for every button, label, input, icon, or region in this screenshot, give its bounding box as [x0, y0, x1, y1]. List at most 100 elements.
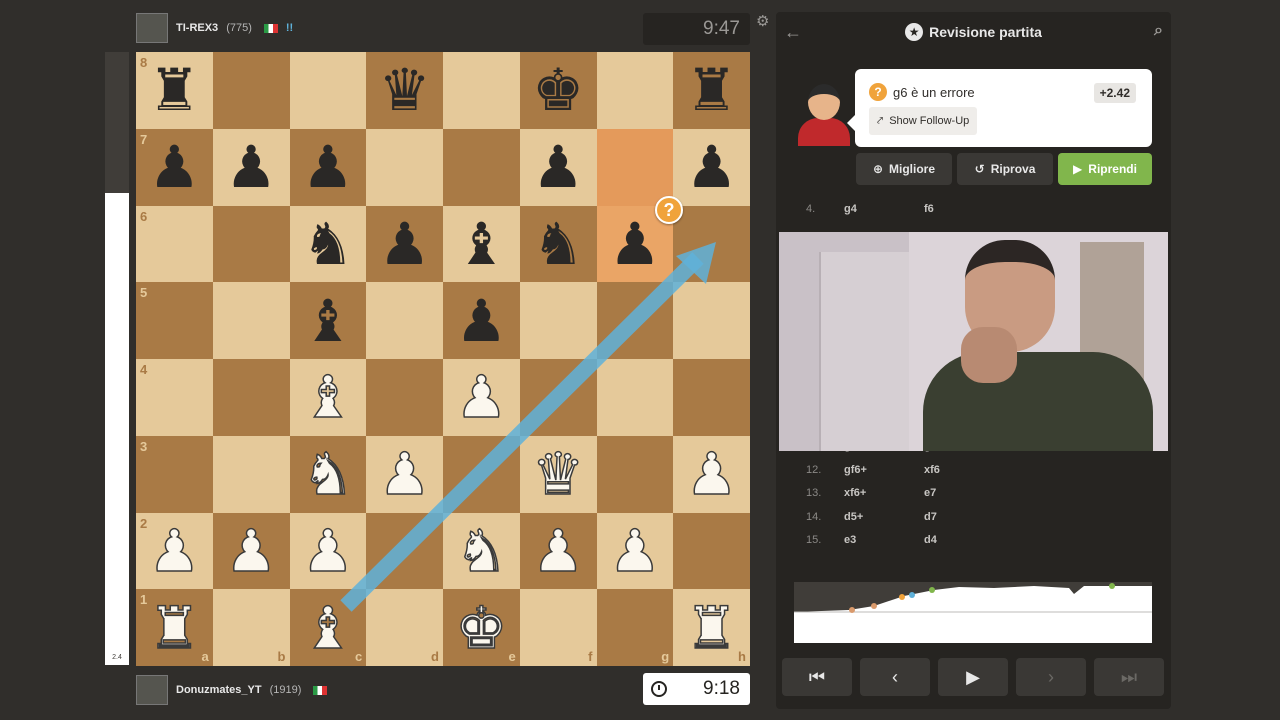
white-bishop-piece[interactable]: ♝ — [301, 368, 355, 428]
white-queen-piece[interactable]: ♛ — [531, 444, 585, 504]
square-g5[interactable] — [596, 282, 674, 359]
square-a4[interactable]: 4 — [136, 359, 213, 436]
square-b1[interactable]: b — [212, 589, 290, 666]
move-white[interactable]: g4 — [824, 203, 904, 215]
square-b3[interactable] — [212, 435, 290, 513]
square-b2[interactable]: ♟ — [212, 512, 290, 590]
square-a8[interactable]: 8 ♜ — [136, 52, 213, 129]
white-pawn-piece[interactable]: ♟ — [301, 521, 355, 581]
white-bishop-piece[interactable]: ♝ — [301, 598, 355, 658]
square-a7[interactable]: 7 ♟ — [136, 128, 213, 206]
square-c4[interactable]: ♝ — [289, 359, 367, 436]
square-a3[interactable]: 3 — [136, 435, 213, 513]
square-d2[interactable] — [366, 512, 443, 590]
square-e7[interactable] — [443, 128, 520, 206]
white-rook-piece[interactable]: ♜ — [685, 598, 739, 658]
black-rook-piece[interactable]: ♜ — [148, 61, 200, 119]
square-e4[interactable]: ♟ — [443, 359, 520, 436]
square-b7[interactable]: ♟ — [212, 128, 290, 206]
square-f7[interactable]: ♟ — [519, 128, 597, 206]
square-f4[interactable] — [519, 359, 597, 436]
square-f6[interactable]: ♞ — [519, 205, 597, 283]
square-b6[interactable] — [212, 205, 290, 283]
move-black[interactable]: d7 — [904, 511, 984, 523]
square-a6[interactable]: 6 — [136, 205, 213, 283]
next-move-button[interactable]: › — [1016, 658, 1086, 696]
square-e2[interactable]: ♞ — [443, 512, 520, 590]
move-white[interactable]: e3 — [824, 534, 904, 546]
black-pawn-piece[interactable]: ♟ — [686, 138, 738, 196]
white-king-piece[interactable]: ♚ — [455, 598, 509, 658]
square-h4[interactable] — [673, 359, 750, 436]
previous-move-button[interactable]: ‹ — [860, 658, 930, 696]
back-arrow-icon[interactable]: ← — [784, 22, 802, 43]
square-c8[interactable] — [289, 52, 367, 129]
square-h1[interactable]: h ♜ — [673, 589, 750, 666]
square-g8[interactable] — [596, 52, 674, 129]
move-black[interactable]: f6 — [904, 203, 984, 215]
square-a2[interactable]: 2 ♟ — [136, 512, 213, 590]
white-knight-piece[interactable]: ♞ — [301, 444, 355, 504]
white-pawn-piece[interactable]: ♟ — [148, 521, 202, 581]
white-pawn-piece[interactable]: ♟ — [685, 444, 739, 504]
black-pawn-piece[interactable]: ♟ — [225, 138, 277, 196]
square-d1[interactable]: d — [366, 589, 443, 666]
white-pawn-piece[interactable]: ♟ — [224, 521, 278, 581]
square-h6[interactable] — [673, 205, 750, 283]
square-h5[interactable] — [673, 282, 750, 359]
white-rook-piece[interactable]: ♜ — [148, 598, 202, 658]
square-h7[interactable]: ♟ — [673, 128, 750, 206]
square-b8[interactable] — [212, 52, 290, 129]
square-b5[interactable] — [212, 282, 290, 359]
square-f1[interactable]: f — [519, 589, 597, 666]
square-d6[interactable]: ♟ — [366, 205, 443, 283]
black-queen-piece[interactable]: ♛ — [379, 61, 431, 119]
first-move-button[interactable]: ⏮ — [782, 658, 852, 696]
move-black[interactable]: e7 — [904, 487, 984, 499]
square-c6[interactable]: ♞ — [289, 205, 367, 283]
play-button[interactable]: ▶ — [938, 658, 1008, 696]
black-pawn-piece[interactable]: ♟ — [455, 292, 507, 350]
square-e8[interactable] — [443, 52, 520, 129]
evaluation-graph[interactable] — [794, 582, 1152, 643]
square-f8[interactable]: ♚ — [519, 52, 597, 129]
white-pawn-piece[interactable]: ♟ — [531, 521, 585, 581]
square-h8[interactable]: ♜ — [673, 52, 750, 129]
square-g7[interactable] — [596, 128, 674, 206]
square-c3[interactable]: ♞ — [289, 435, 367, 513]
move-white[interactable]: xf6+ — [824, 487, 904, 499]
square-h3[interactable]: ♟ — [673, 435, 750, 513]
resume-button[interactable]: ▶ Riprendi — [1058, 153, 1152, 185]
chess-board[interactable]: 8 ♜ ♛ ♚ ♜ 7 ♟ ♟ ♟ ♟ ♟ 6 ♞ ♟ ♝ ♞ ♟ 5 ♝ ♟ 4 ♝ ♟ 3 ♞ ♟ ♛ ♟ 2 ♟ ♟ ♟ ♞ ♟ ♟ 1 a ♜ b c… — [136, 52, 750, 666]
square-c2[interactable]: ♟ — [289, 512, 367, 590]
black-bishop-piece[interactable]: ♝ — [302, 292, 354, 350]
black-rook-piece[interactable]: ♜ — [686, 61, 738, 119]
retry-button[interactable]: ↺ Riprova — [957, 153, 1053, 185]
black-pawn-piece[interactable]: ♟ — [302, 138, 354, 196]
square-e6[interactable]: ♝ — [443, 205, 520, 283]
black-pawn-piece[interactable]: ♟ — [379, 215, 431, 273]
white-pawn-piece[interactable]: ♟ — [608, 521, 662, 581]
square-g2[interactable]: ♟ — [596, 512, 674, 590]
show-follow-up-button[interactable]: ⤤ Show Follow-Up — [869, 107, 978, 135]
square-f2[interactable]: ♟ — [519, 512, 597, 590]
square-g4[interactable] — [596, 359, 674, 436]
last-move-button[interactable]: ⏭ — [1094, 658, 1164, 696]
square-e1[interactable]: e ♚ — [443, 589, 520, 666]
white-pawn-piece[interactable]: ♟ — [455, 368, 509, 428]
black-bishop-piece[interactable]: ♝ — [455, 215, 507, 273]
square-c1[interactable]: c ♝ — [289, 589, 367, 666]
square-h2[interactable] — [673, 512, 750, 590]
move-black[interactable]: xf6 — [904, 464, 984, 476]
square-e5[interactable]: ♟ — [443, 282, 520, 359]
white-pawn-piece[interactable]: ♟ — [378, 444, 432, 504]
gear-icon[interactable]: ⚙ — [756, 12, 769, 30]
square-d7[interactable] — [366, 128, 443, 206]
white-knight-piece[interactable]: ♞ — [455, 521, 509, 581]
move-white[interactable]: gf6+ — [824, 464, 904, 476]
square-b4[interactable] — [212, 359, 290, 436]
square-d3[interactable]: ♟ — [366, 435, 443, 513]
black-knight-piece[interactable]: ♞ — [302, 215, 354, 273]
black-knight-piece[interactable]: ♞ — [532, 215, 584, 273]
square-f3[interactable]: ♛ — [519, 435, 597, 513]
